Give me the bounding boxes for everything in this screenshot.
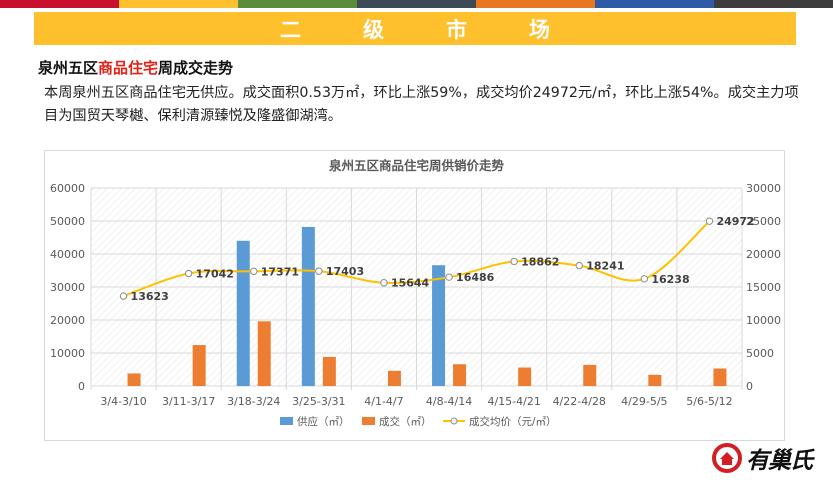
deal-bar	[127, 373, 141, 386]
supply-bar	[432, 265, 446, 386]
stripe	[238, 0, 357, 8]
x-tick-label: 4/1-4/7	[364, 395, 403, 408]
y-left-tick-label: 10000	[50, 347, 85, 360]
price-data-label: 18862	[521, 256, 559, 269]
price-data-label: 16238	[651, 273, 689, 286]
y-right-tick-label: 5000	[746, 347, 774, 360]
brand-name: 有巢氏	[746, 448, 813, 474]
x-tick-label: 5/6-5/12	[686, 395, 732, 408]
legend-marker-price	[450, 417, 458, 425]
legend-label-supply: 供应（㎡）	[297, 415, 350, 428]
deal-bar	[713, 368, 727, 386]
deal-bar	[453, 364, 467, 386]
y-left-tick-label: 20000	[50, 314, 85, 327]
brand-logo: 有巢氏	[712, 440, 828, 476]
x-tick-label: 3/25-3/31	[292, 395, 345, 408]
price-point	[445, 273, 453, 281]
price-data-label: 16486	[456, 271, 495, 284]
price-data-label: 17403	[326, 265, 364, 278]
chart-title: 泉州五区商品住宅周供销价走势	[328, 158, 505, 173]
x-tick-label: 3/4-3/10	[100, 395, 146, 408]
deal-bar	[648, 374, 662, 386]
deal-bar	[322, 356, 336, 386]
x-tick-label: 3/18-3/24	[227, 395, 280, 408]
legend-swatch-supply	[280, 417, 293, 425]
x-tick-label: 4/8-4/14	[426, 395, 472, 408]
stripe	[0, 0, 119, 8]
top-color-stripes	[0, 0, 833, 8]
y-left-tick-label: 40000	[50, 248, 85, 261]
price-point	[705, 217, 714, 225]
deal-bar	[583, 364, 597, 386]
price-data-label: 24972	[716, 215, 754, 228]
price-data-label: 18241	[586, 260, 624, 273]
price-point	[510, 257, 518, 266]
chart-container: 泉州五区商品住宅周供销价走势 0 10000 20000 30000 40000 50000…	[44, 150, 785, 441]
summary-paragraph: 本周泉州五区商品住宅无供应。成交面积0.53万㎡，环比上涨59%，成交均价249…	[44, 85, 799, 124]
stripe	[714, 0, 833, 8]
legend-swatch-deal	[362, 417, 375, 425]
stripe	[357, 0, 476, 8]
x-tick-label: 3/11-3/17	[162, 395, 215, 408]
price-point	[575, 261, 583, 270]
supply-bar	[236, 240, 250, 386]
stripe	[595, 0, 714, 8]
stripe	[119, 0, 238, 8]
section-title-prefix: 泉州五区	[38, 59, 99, 77]
section-banner: 二级市场	[34, 12, 796, 45]
deal-bar	[387, 370, 401, 386]
y-right-tick-label: 15000	[746, 281, 781, 294]
deal-bar	[192, 345, 206, 386]
price-point	[640, 275, 649, 283]
legend-label-price: 成交均价（元/㎡）	[469, 415, 557, 428]
price-point	[315, 267, 323, 275]
y-right-tick-label: 0	[746, 380, 753, 393]
section-title: 泉州五区商品住宅周成交走势	[38, 57, 233, 78]
y-right-tick-label: 20000	[746, 248, 781, 261]
x-tick-label: 4/15-4/21	[487, 395, 540, 408]
banner-title: 二级市场	[280, 17, 612, 42]
supply-deal-price-chart: 泉州五区商品住宅周供销价走势01000020000300004000050000…	[50, 158, 781, 428]
legend-label-deal: 成交（㎡）	[379, 415, 432, 428]
deal-bar	[257, 321, 271, 386]
section-title-highlight: 商品住宅	[98, 59, 159, 77]
brand-house-icon	[712, 443, 742, 473]
price-data-label: 15644	[391, 277, 430, 290]
stripe	[476, 0, 595, 8]
price-point	[250, 267, 258, 276]
y-left-tick-label: 0	[78, 380, 85, 393]
x-tick-label: 4/29-5/5	[621, 395, 667, 408]
price-data-label: 13623	[131, 290, 169, 303]
y-right-tick-label: 30000	[746, 182, 781, 195]
price-data-label: 17042	[196, 268, 234, 281]
y-right-tick-label: 10000	[746, 314, 781, 327]
supply-bar	[301, 226, 315, 386]
price-point	[184, 269, 193, 278]
section-title-suffix: 周成交走势	[158, 59, 234, 77]
price-data-label: 17371	[261, 265, 299, 278]
price-point	[119, 292, 128, 300]
y-left-tick-label: 50000	[50, 215, 85, 228]
y-left-tick-label: 30000	[50, 281, 85, 294]
x-tick-label: 4/22-4/28	[553, 395, 606, 408]
price-point	[380, 279, 388, 287]
deal-bar	[518, 367, 532, 386]
y-left-tick-label: 60000	[50, 182, 85, 195]
